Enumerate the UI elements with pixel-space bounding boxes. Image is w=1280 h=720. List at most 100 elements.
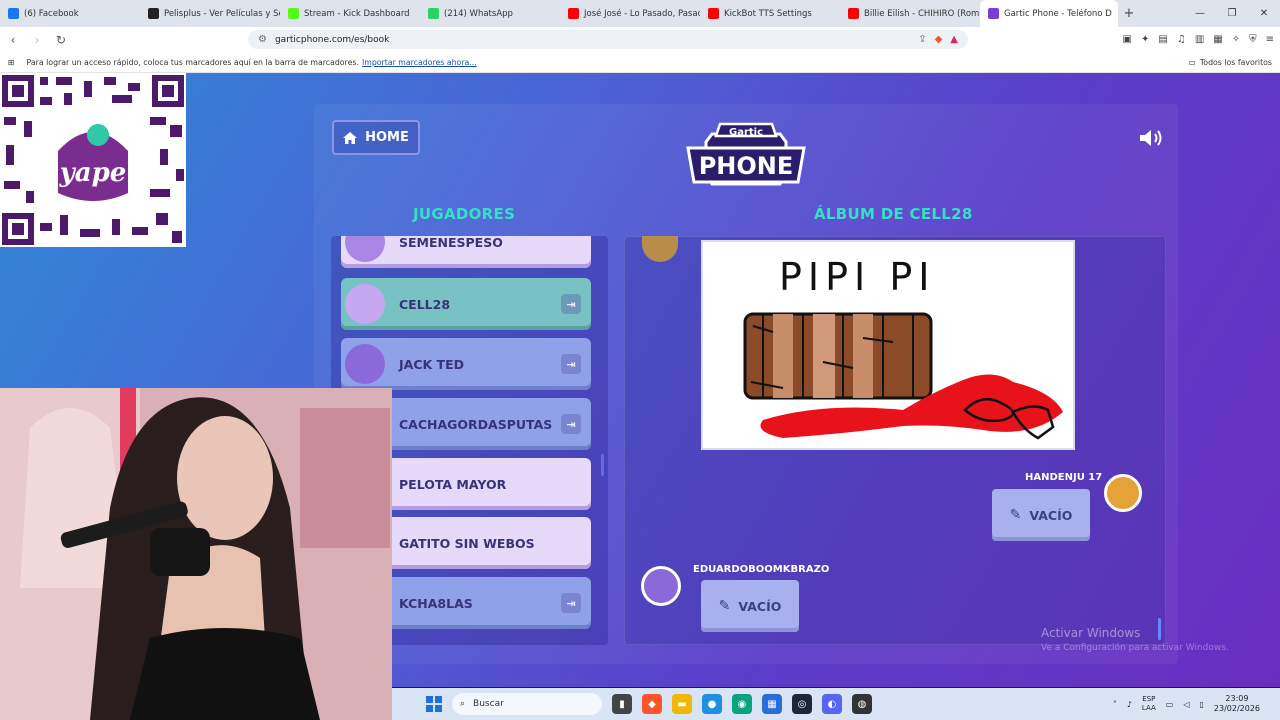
drawing-canvas: PIPI PI [701,240,1075,450]
handenju-avatar [1104,474,1142,512]
share-icon[interactable]: ⇪ [918,34,926,45]
tab-favicon-icon [708,8,719,19]
player-name: JACK TED [399,356,464,372]
tab-label: KickBot TTS Settings [724,8,812,19]
empty-entry-button[interactable]: ✎ VACÍO [701,580,799,632]
tray-chevron-icon[interactable]: ˄ [1113,700,1117,709]
browser-tab-strip: (6) Facebook Pelisplus - Ver Películas y … [0,0,1280,27]
start-button[interactable] [426,696,442,712]
clock[interactable]: 23:09 23/02/2026 [1214,694,1260,714]
minimize-icon[interactable]: — [1184,8,1216,19]
bookmarks-bar: ⊞ Para lograr un acceso rápido, coloca t… [0,52,1280,73]
language-indicator[interactable]: ESP LAA [1142,695,1156,713]
tab-label: Billie Eilish - CHIHIRO (Rom [864,8,980,19]
microphone-icon[interactable]: ♪ [1127,700,1132,709]
browser-tab[interactable]: José José - Lo Pasado, Pasado [560,0,700,27]
site-info-icon[interactable]: ⚙ [258,34,267,45]
player-name: KCHA8LAS [399,595,473,611]
tab-label: (6) Facebook [24,8,79,19]
vpn-icon[interactable]: ⛨ [1249,34,1257,45]
import-bookmarks-link[interactable]: Importar marcadores ahora... [362,58,477,67]
all-bookmarks-button[interactable]: ▭ Todos los favoritos [1189,58,1273,67]
webcam-feed [0,388,392,720]
edge-icon[interactable]: ◉ [732,694,752,714]
brave-shield-icon[interactable]: ◆ [935,34,943,45]
gartic-phone-logo[interactable]: Gartic PHONE [686,122,806,192]
kick-player-icon[interactable]: ⇥ [561,593,581,613]
lang-bottom: LAA [1141,704,1156,712]
reload-icon[interactable]: ↻ [54,33,68,47]
home-icon [343,131,358,144]
empty-entry-button[interactable]: ✎ VACÍO [992,489,1090,541]
rewards-icon[interactable]: ▲ [950,34,958,45]
entry-author: HANDENJU 17 [1025,472,1103,483]
menu-icon[interactable]: ≡ [1266,34,1274,45]
player-name: CACHAGORDASPUTAS [399,416,553,432]
tab-favicon-icon [148,8,159,19]
apps-icon[interactable]: ⊞ [8,58,15,67]
activate-windows-subtitle: Ve a Configuración para activar Windows. [1041,643,1229,653]
back-icon[interactable]: ‹ [6,33,20,47]
obs-icon[interactable]: ◍ [852,694,872,714]
browser-tab[interactable]: KickBot TTS Settings [700,0,840,27]
extension-icon[interactable]: ▣ [1123,34,1132,45]
logo-bottom-text: PHONE [699,152,794,180]
taskbar-search[interactable]: ⌕ Buscar [452,693,602,715]
kick-player-icon[interactable]: ⇥ [561,354,581,374]
forward-icon[interactable]: › [30,33,44,47]
tab-favicon-icon [8,8,19,19]
volume-icon[interactable]: ◁ [1183,700,1189,709]
wallet-icon[interactable]: ▦ [1213,34,1222,45]
puzzle-icon[interactable]: ✦ [1141,34,1149,45]
browser-tab[interactable]: Pelisplus - Ver Películas y Series [140,0,280,27]
album-scrollbar[interactable] [1158,618,1161,640]
tab-label: (214) WhatsApp [444,8,513,19]
url-text: garticphone.com/es/book [274,34,390,45]
media-icon[interactable]: ♫ [1177,34,1186,45]
qr-brand-text: yape [59,158,127,188]
store-icon[interactable]: ▦ [762,694,782,714]
tab-list: (6) Facebook Pelisplus - Ver Películas y … [0,0,1118,27]
bookmarks-hint: Para lograr un acceso rápido, coloca tus… [26,57,359,67]
home-button[interactable]: HOME [332,120,420,155]
players-scrollbar[interactable] [601,454,604,476]
network-icon[interactable]: ▭ [1166,700,1174,709]
kick-player-icon[interactable]: ⇥ [561,294,581,314]
player-avatar [345,344,385,384]
logo-top-text: Gartic [729,127,763,138]
task-view-icon[interactable]: ▮ [612,694,632,714]
sidebar-icon[interactable]: ▥ [1195,34,1204,45]
chrome-icon[interactable]: ● [702,694,722,714]
file-explorer-icon[interactable]: ▬ [672,694,692,714]
new-tab-button[interactable]: + [1118,6,1140,21]
tab-search-icon[interactable]: ▤ [1158,34,1167,45]
drawing-text: PIPI PI [779,255,935,299]
player-row: JACK TED ⇥ [341,338,591,390]
brave-icon[interactable]: ◆ [642,694,662,714]
browser-tab[interactable]: (6) Facebook [0,0,140,27]
url-bar[interactable]: ⚙ garticphone.com/es/book ⇪ ◆ ▲ [248,30,968,49]
system-tray: ˄ ♪ ESP LAA ▭ ◁ ▯ 23:09 23/02/2026 [1113,694,1280,714]
browser-tab[interactable]: (214) WhatsApp [420,0,560,27]
kick-player-icon[interactable]: ⇥ [561,414,581,434]
player-name: CELL28 [399,296,451,312]
browser-tab[interactable]: Stream - Kick Dashboard [280,0,420,27]
browser-tab[interactable]: Gartic Phone - Teléfono D✕ [980,0,1118,27]
tab-label: José José - Lo Pasado, Pasado [584,8,700,19]
tab-label: Gartic Phone - Teléfono D [1004,8,1112,19]
player-row: SEMENESPESO [341,236,591,268]
home-label: HOME [365,130,409,145]
sound-toggle-button[interactable] [1138,128,1166,148]
browser-tab[interactable]: Billie Eilish - CHIHIRO (Rom [840,0,980,27]
player-name: SEMENESPESO [399,236,503,250]
close-window-icon[interactable]: ✕ [1248,8,1280,19]
tab-label: Stream - Kick Dashboard [304,8,410,19]
restore-icon[interactable]: ❐ [1216,8,1248,19]
steam-icon[interactable]: ◎ [792,694,812,714]
tab-label: Pelisplus - Ver Películas y Series [164,8,280,19]
discord-icon[interactable]: ◐ [822,694,842,714]
pencil-icon: ✎ [1009,507,1022,523]
leo-icon[interactable]: ✧ [1232,34,1240,45]
battery-icon[interactable]: ▯ [1199,700,1203,709]
tab-favicon-icon [288,8,299,19]
